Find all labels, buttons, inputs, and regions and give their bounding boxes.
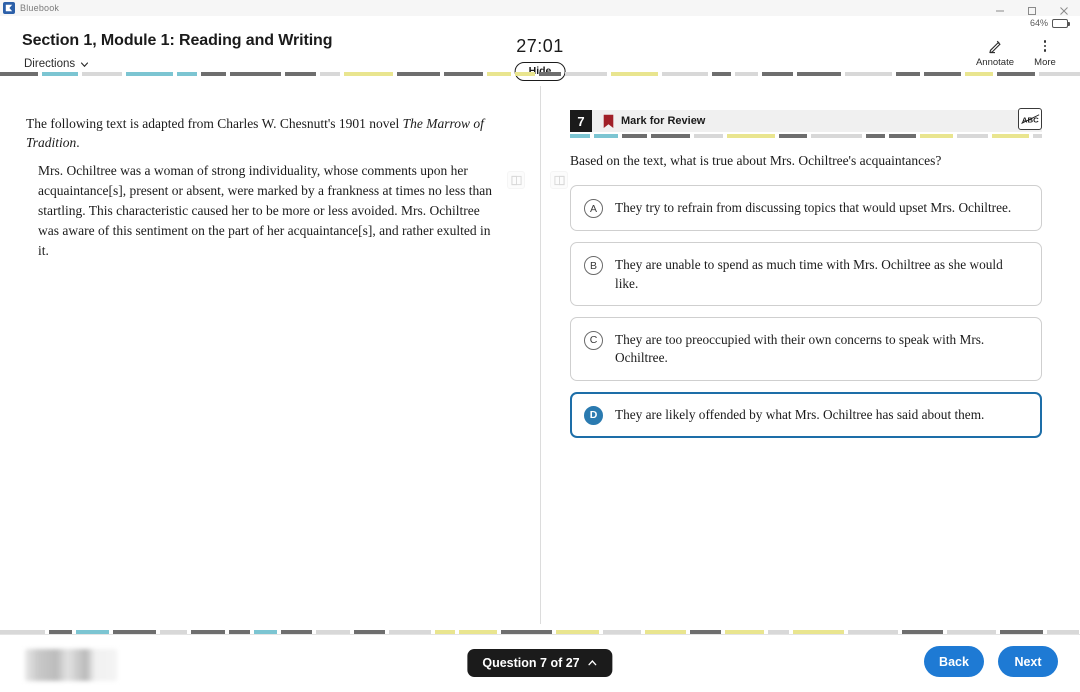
answer-choice-d[interactable]: D They are likely offended by what Mrs. O… [570,391,1042,438]
directions-button[interactable]: Directions [24,58,89,70]
passage-lead-after: . [76,135,80,151]
passage-lead: The following text is adapted from Charl… [26,114,502,152]
navigation-buttons: Back Next [924,646,1058,677]
annotate-button[interactable]: Annotate [970,38,1020,68]
passage-lead-before: The following text is adapted from Charl… [26,116,403,131]
more-vertical-icon [1043,38,1047,54]
question-number-badge: 7 [570,110,592,132]
choice-bubble-c[interactable]: C [584,330,603,350]
passage-paragraph: Mrs. Ochiltree was a woman of strong ind… [38,163,492,258]
directions-label: Directions [24,58,76,70]
pencil-highlighter-icon [987,38,1003,54]
choice-text-b: They are unable to spend as much time wi… [615,257,1003,291]
chevron-up-icon [588,660,597,666]
choice-text-a: They try to refrain from discussing topi… [615,200,1012,216]
question-divider-rule [570,134,1042,138]
choice-text-d: They are likely offended by what Mrs. Oc… [615,406,985,422]
abc-strikethrough-icon[interactable]: ABC [1018,108,1042,130]
chevron-down-icon [81,61,89,67]
test-footer: Question 7 of 27 Back Next [0,634,1080,692]
back-button[interactable]: Back [924,646,984,677]
header-divider-rule [0,72,1080,76]
mark-for-review-label[interactable]: Mark for Review [621,115,705,127]
answer-choices: A They try to refrain from discussing top… [570,185,1042,438]
annotate-label: Annotate [975,57,1015,68]
bookmark-flag-icon[interactable] [603,114,614,129]
bluebook-test-app: Bluebook 64% Section 1, Module 1: Readin… [0,0,1080,692]
svg-text:ABC: ABC [1021,115,1038,124]
passage-panel: The following text is adapted from Charl… [26,114,502,261]
choice-bubble-b[interactable]: B [584,256,603,276]
question-panel: 7 Mark for Review ABC Based on the text,… [570,108,1042,438]
question-header: 7 Mark for Review ABC [570,108,1042,132]
expand-left-panel-icon[interactable] [507,171,525,189]
more-button[interactable]: More [1020,38,1070,68]
bluebook-logo-icon [3,2,15,14]
question-navigator-button[interactable]: Question 7 of 27 [467,649,613,677]
app-name-label: Bluebook [20,3,60,13]
more-label: More [1034,57,1056,68]
test-content: The following text is adapted from Charl… [0,78,1080,630]
expand-right-panel-icon[interactable] [550,171,568,189]
question-prompt: Based on the text, what is true about Mr… [570,153,942,168]
choice-bubble-a[interactable]: A [584,199,603,219]
countdown-timer: 27:01 [516,36,564,56]
panel-divider [540,86,541,624]
question-navigator-label: Question 7 of 27 [482,656,580,670]
window-titlebar: Bluebook [0,0,1080,16]
choice-text-c: They are too preoccupied with their own … [615,331,985,366]
answer-choice-c[interactable]: C They are too preoccupied with their own… [570,316,1042,381]
choice-bubble-d[interactable]: D [584,405,603,425]
answer-choice-b[interactable]: B They are unable to spend as much time w… [570,242,1042,306]
student-name-redacted [25,649,117,681]
test-header: Section 1, Module 1: Reading and Writing… [0,16,1080,82]
answer-choice-a[interactable]: A They try to refrain from discussing top… [570,185,1042,232]
header-tools: Annotate More [970,38,1070,68]
footer-top-border [0,634,1080,635]
next-button[interactable]: Next [998,646,1058,677]
